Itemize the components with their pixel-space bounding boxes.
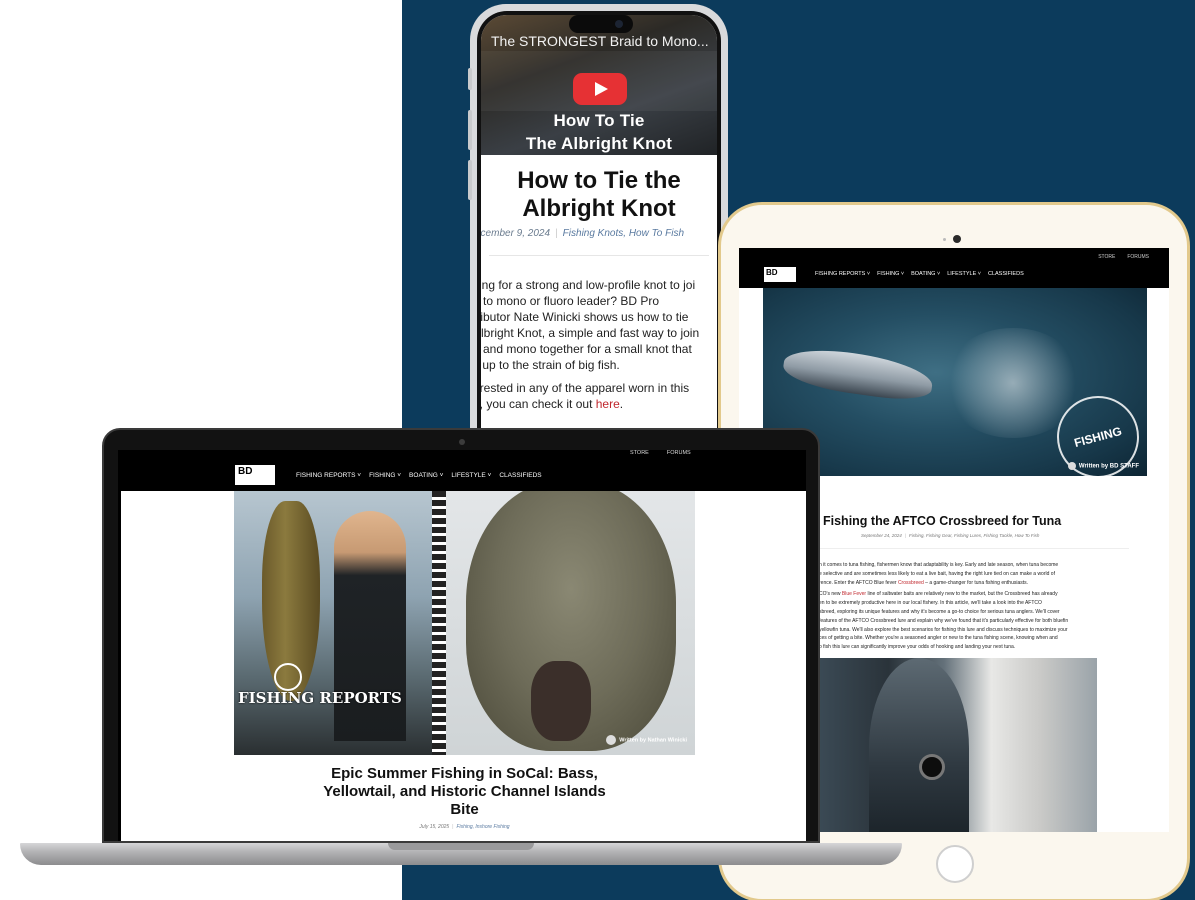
article-date: July 15, 2025	[419, 824, 450, 830]
article-title: Fishing the AFTCO Crossbreed for Tuna	[823, 514, 1062, 528]
article-paragraph: king for a strong and low-profile knot t…	[481, 278, 700, 372]
tablet-camera-icon	[953, 235, 961, 243]
forums-link[interactable]: FORUMS	[667, 450, 691, 456]
top-links: STORE FORUMS	[1086, 254, 1149, 260]
article-paragraph: n it comes to tuna fishing, fishermen kn…	[819, 562, 1059, 586]
video-title: The STRONGEST Braid to Mono...	[491, 33, 709, 49]
nav-boating[interactable]: BOATING ˅	[409, 472, 443, 479]
forums-link[interactable]: FORUMS	[1127, 254, 1149, 260]
tablet-sensor	[943, 238, 946, 241]
phone-volume-down-button	[468, 160, 472, 200]
laptop-base	[20, 843, 902, 865]
nav-fishing[interactable]: FISHING ˅	[877, 271, 904, 277]
article-meta: ecember 9, 2024 | Fishing Knots, How To Fi…	[481, 228, 717, 239]
phone-mute-button	[468, 68, 472, 90]
article-categories-link[interactable]: Fishing, Inshore Fishing	[456, 824, 509, 830]
article-title: Epic Summer Fishing in SoCal: Bass, Yell…	[323, 765, 606, 818]
hero-photo-right	[446, 491, 695, 755]
photo-divider	[432, 491, 446, 755]
bd-seal-icon	[274, 663, 302, 691]
divider	[489, 255, 709, 256]
page-content: FISHING REPORTS Written by Nathan Winick…	[121, 491, 806, 841]
article-meta: July 15, 2025 | Fishing, Inshore Fishing	[419, 824, 510, 830]
tuna-fish-image	[780, 343, 936, 405]
hero-image: FISHING REPORTS Written by Nathan Winick…	[234, 491, 695, 755]
bd-outdoors-logo[interactable]: BD	[763, 266, 797, 283]
tuna-photo	[819, 658, 1097, 832]
youtube-video-embed[interactable]: The STRONGEST Braid to Mono... How To Ti…	[481, 15, 717, 155]
fishing-reports-badge: FISHING REPORTS	[234, 663, 402, 721]
phone-camera-icon	[615, 20, 623, 28]
tuna-eye	[919, 754, 945, 780]
laptop-screen: STORE FORUMS BD FISHING REPORTS ˅ FISHING …	[118, 450, 806, 841]
main-nav: FISHING REPORTS ˅ FISHING ˅ BOATING ˅ LIFES…	[815, 271, 1031, 277]
nav-classifieds[interactable]: CLASSIFIEDS	[988, 271, 1024, 277]
halibut-mouth	[531, 661, 591, 741]
phone-volume-up-button	[468, 110, 472, 150]
laptop-hinge-notch	[388, 843, 534, 850]
article-date: September 24, 2024	[861, 533, 902, 538]
youtube-play-icon[interactable]	[573, 73, 627, 105]
phone-notch	[569, 15, 633, 33]
blue-fever-link[interactable]: Blue Fever	[842, 591, 866, 597]
phone-screen: The STRONGEST Braid to Mono... How To Ti…	[481, 15, 717, 434]
nav-classifieds[interactable]: CLASSIFIEDS	[499, 472, 541, 479]
main-nav: FISHING REPORTS ˅ FISHING ˅ BOATING ˅ LIFES…	[296, 472, 550, 479]
article-categories-link[interactable]: Fishing, Fishing Gear, Fishing Lures, Fi…	[909, 533, 1039, 538]
phone-mockup: The STRONGEST Braid to Mono... How To Ti…	[468, 4, 728, 434]
site-header: STORE FORUMS BD FISHING REPORTS ˅ FISHING …	[739, 248, 1169, 288]
top-links: STORE FORUMS	[630, 450, 709, 456]
article-categories-link[interactable]: Fishing Knots, How To Fish	[563, 228, 684, 239]
hero-image: FISHING GEAR Written by BD STAFF	[763, 288, 1147, 476]
author-credit: Written by BD STAFF	[1068, 462, 1139, 470]
article-date: ecember 9, 2024	[481, 228, 551, 239]
author-credit: Written by Nathan Winicki	[606, 735, 687, 745]
laptop-mockup: STORE FORUMS BD FISHING REPORTS ˅ FISHING …	[102, 428, 820, 843]
article-paragraph: CO's new Blue Fever line of saltwater ba…	[819, 591, 1069, 651]
apparel-link[interactable]: here	[596, 397, 620, 411]
tuna-head-image	[869, 658, 969, 832]
article-body: king for a strong and low-profile knot t…	[481, 277, 717, 419]
divider	[819, 548, 1129, 549]
nav-fishing[interactable]: FISHING ˅	[369, 472, 401, 479]
article-title: How to Tie the Albright Knot	[517, 167, 681, 222]
store-link[interactable]: STORE	[1098, 254, 1115, 260]
nav-fishing-reports[interactable]: FISHING REPORTS ˅	[815, 271, 870, 277]
nav-lifestyle[interactable]: LIFESTYLE ˅	[451, 472, 491, 479]
article-paragraph: erested in any of the apparel worn in th…	[481, 381, 690, 411]
tablet-home-button	[936, 845, 974, 883]
store-link[interactable]: STORE	[630, 450, 649, 456]
nav-lifestyle[interactable]: LIFESTYLE ˅	[947, 271, 981, 277]
video-caption-line2: The Albright Knot	[525, 134, 673, 153]
nav-fishing-reports[interactable]: FISHING REPORTS ˅	[296, 472, 361, 479]
video-caption-line1: How To Tie	[553, 111, 645, 130]
bd-outdoors-logo[interactable]: BD	[234, 464, 276, 486]
crossbreed-link[interactable]: Crossbreed	[898, 580, 924, 586]
nav-boating[interactable]: BOATING ˅	[911, 271, 940, 277]
laptop-camera-icon	[459, 439, 465, 445]
article-meta: September 24, 2024 | Fishing, Fishing Gear…	[861, 533, 1040, 538]
article-body: n it comes to tuna fishing, fishermen kn…	[819, 561, 1137, 655]
